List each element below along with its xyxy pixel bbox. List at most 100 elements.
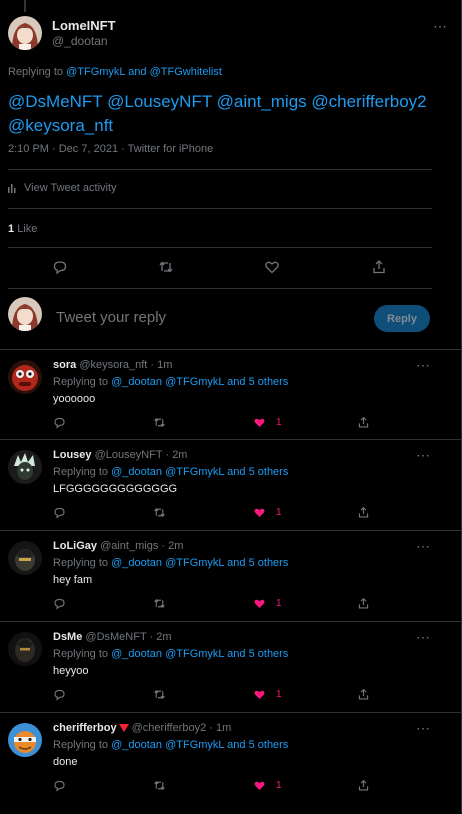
- share-icon[interactable]: [357, 506, 370, 519]
- tweet-action-bar: [50, 257, 390, 277]
- reply-header: cherifferboy @cherifferboy2 · 1m: [53, 722, 231, 734]
- reply-avatar[interactable]: [8, 450, 42, 484]
- retweet-icon[interactable]: [153, 597, 166, 610]
- reply-author-name[interactable]: DsMe: [53, 631, 82, 643]
- replying-to-line: Replying to @_dootan @TFGmykL and 5 othe…: [53, 466, 288, 478]
- replying-to-targets[interactable]: @TFGmykL and @TFGwhitelist: [66, 66, 222, 78]
- share-icon[interactable]: [357, 416, 370, 429]
- reply-tweet[interactable]: Lousey @LouseyNFT · 2m ⋯ Replying to @_d…: [0, 439, 461, 531]
- reply-author-handle[interactable]: @cherifferboy2: [132, 722, 207, 734]
- reply-icon[interactable]: [53, 597, 66, 610]
- reply-button[interactable]: Reply: [374, 305, 430, 332]
- more-options-icon[interactable]: ⋯: [416, 720, 431, 737]
- retweet-icon[interactable]: [153, 688, 166, 701]
- replying-to-prefix: Replying to: [53, 557, 109, 569]
- heart-filled-icon: [254, 508, 265, 517]
- reply-text: hey fam: [53, 574, 93, 586]
- author-handle[interactable]: @_dootan: [52, 34, 108, 48]
- tweet-text-line[interactable]: @DsMeNFT @LouseyNFT @aint_migs @cheriffe…: [8, 90, 448, 114]
- like-count: 1: [276, 689, 282, 700]
- retweet-icon[interactable]: [153, 416, 166, 429]
- like-button[interactable]: 1: [253, 506, 282, 519]
- tweet-body: @DsMeNFT @LouseyNFT @aint_migs @cheriffe…: [8, 90, 448, 138]
- more-options-icon[interactable]: ⋯: [416, 629, 431, 646]
- divider: [8, 208, 432, 209]
- reply-icon[interactable]: [53, 416, 66, 429]
- divider: [8, 288, 432, 289]
- more-options-icon[interactable]: ⋯: [433, 18, 448, 35]
- activity-label: View Tweet activity: [24, 182, 117, 194]
- user-avatar[interactable]: [8, 297, 42, 331]
- reply-avatar[interactable]: [8, 723, 42, 757]
- heart-filled-icon: [254, 781, 265, 790]
- reply-tweet[interactable]: sora @keysora_nft · 1m ⋯ Replying to @_d…: [0, 349, 461, 440]
- reply-action-bar: 1: [53, 506, 383, 522]
- replying-to-targets[interactable]: @_dootan @TFGmykL and 5 others: [111, 557, 288, 569]
- replying-to-targets[interactable]: @_dootan @TFGmykL and 5 others: [111, 466, 288, 478]
- tweet-text-line[interactable]: @keysora_nft: [8, 114, 448, 138]
- replying-to-line: Replying to @_dootan @TFGmykL and 5 othe…: [53, 557, 288, 569]
- share-icon[interactable]: [357, 688, 370, 701]
- reply-author-name[interactable]: cherifferboy: [53, 722, 117, 734]
- reply-tweet[interactable]: DsMe @DsMeNFT · 2m ⋯ Replying to @_doota…: [0, 621, 461, 713]
- reply-icon[interactable]: [53, 688, 66, 701]
- like-button[interactable]: 1: [253, 779, 282, 792]
- replying-to-line: Replying to @_dootan @TFGmykL and 5 othe…: [53, 648, 288, 660]
- reply-author-handle[interactable]: @keysora_nft: [79, 359, 147, 371]
- more-options-icon[interactable]: ⋯: [416, 538, 431, 555]
- reply-text: LFGGGGGGGGGGGGG: [53, 483, 178, 495]
- view-tweet-activity-button[interactable]: View Tweet activity: [8, 182, 117, 194]
- like-button[interactable]: 1: [253, 416, 282, 429]
- reply-author-name[interactable]: sora: [53, 359, 76, 371]
- more-options-icon[interactable]: ⋯: [416, 357, 431, 374]
- share-icon[interactable]: [357, 597, 370, 610]
- retweet-icon[interactable]: [153, 506, 166, 519]
- reply-text: done: [53, 756, 78, 768]
- tweet-timestamp[interactable]: 2:10 PM · Dec 7, 2021 · Twitter for iPho…: [8, 143, 213, 155]
- replying-to-targets[interactable]: @_dootan @TFGmykL and 5 others: [111, 739, 288, 751]
- reply-timestamp[interactable]: · 2m: [161, 540, 183, 552]
- reply-input[interactable]: [54, 308, 338, 327]
- reply-author-handle[interactable]: @LouseyNFT: [95, 449, 163, 461]
- thread-connector-line: [24, 0, 26, 12]
- share-icon[interactable]: [357, 779, 370, 792]
- reply-timestamp[interactable]: · 2m: [150, 631, 172, 643]
- reply-text: heyyoo: [53, 665, 89, 677]
- reply-icon[interactable]: [50, 257, 70, 277]
- reply-composer: Reply: [0, 290, 461, 350]
- like-button[interactable]: 1: [253, 597, 282, 610]
- activity-chart-icon: [8, 184, 16, 193]
- reply-avatar[interactable]: [8, 632, 42, 666]
- reply-author-name[interactable]: LoLiGay: [53, 540, 97, 552]
- reply-icon[interactable]: [53, 779, 66, 792]
- reply-avatar[interactable]: [8, 541, 42, 575]
- author-avatar[interactable]: [8, 16, 42, 50]
- reply-timestamp[interactable]: · 2m: [165, 449, 187, 461]
- replying-to-prefix: Replying to: [53, 466, 109, 478]
- replying-to-targets[interactable]: @_dootan @TFGmykL and 5 others: [111, 648, 288, 660]
- main-tweet-header: LomeINFT @_dootan ⋯: [8, 16, 448, 56]
- like-count: 1: [276, 417, 282, 428]
- like-button[interactable]: 1: [253, 688, 282, 701]
- reply-action-bar: 1: [53, 688, 383, 704]
- heart-icon[interactable]: [262, 257, 282, 277]
- reply-text: yoooooo: [53, 393, 96, 405]
- retweet-icon[interactable]: [153, 779, 166, 792]
- reply-action-bar: 1: [53, 779, 383, 795]
- author-name[interactable]: LomeINFT: [52, 18, 116, 33]
- reply-timestamp[interactable]: · 1m: [150, 359, 172, 371]
- likes-count[interactable]: 1 Like: [8, 223, 37, 235]
- reply-timestamp[interactable]: · 1m: [209, 722, 231, 734]
- reply-author-handle[interactable]: @DsMeNFT: [85, 631, 146, 643]
- reply-author-name[interactable]: Lousey: [53, 449, 92, 461]
- reply-header: sora @keysora_nft · 1m: [53, 359, 172, 371]
- reply-icon[interactable]: [53, 506, 66, 519]
- reply-author-handle[interactable]: @aint_migs: [100, 540, 158, 552]
- retweet-icon[interactable]: [156, 257, 176, 277]
- more-options-icon[interactable]: ⋯: [416, 447, 431, 464]
- share-icon[interactable]: [369, 257, 389, 277]
- reply-avatar[interactable]: [8, 360, 42, 394]
- replying-to-targets[interactable]: @_dootan @TFGmykL and 5 others: [111, 376, 288, 388]
- reply-tweet[interactable]: cherifferboy @cherifferboy2 · 1m ⋯ Reply…: [0, 712, 461, 814]
- reply-tweet[interactable]: LoLiGay @aint_migs · 2m ⋯ Replying to @_…: [0, 530, 461, 622]
